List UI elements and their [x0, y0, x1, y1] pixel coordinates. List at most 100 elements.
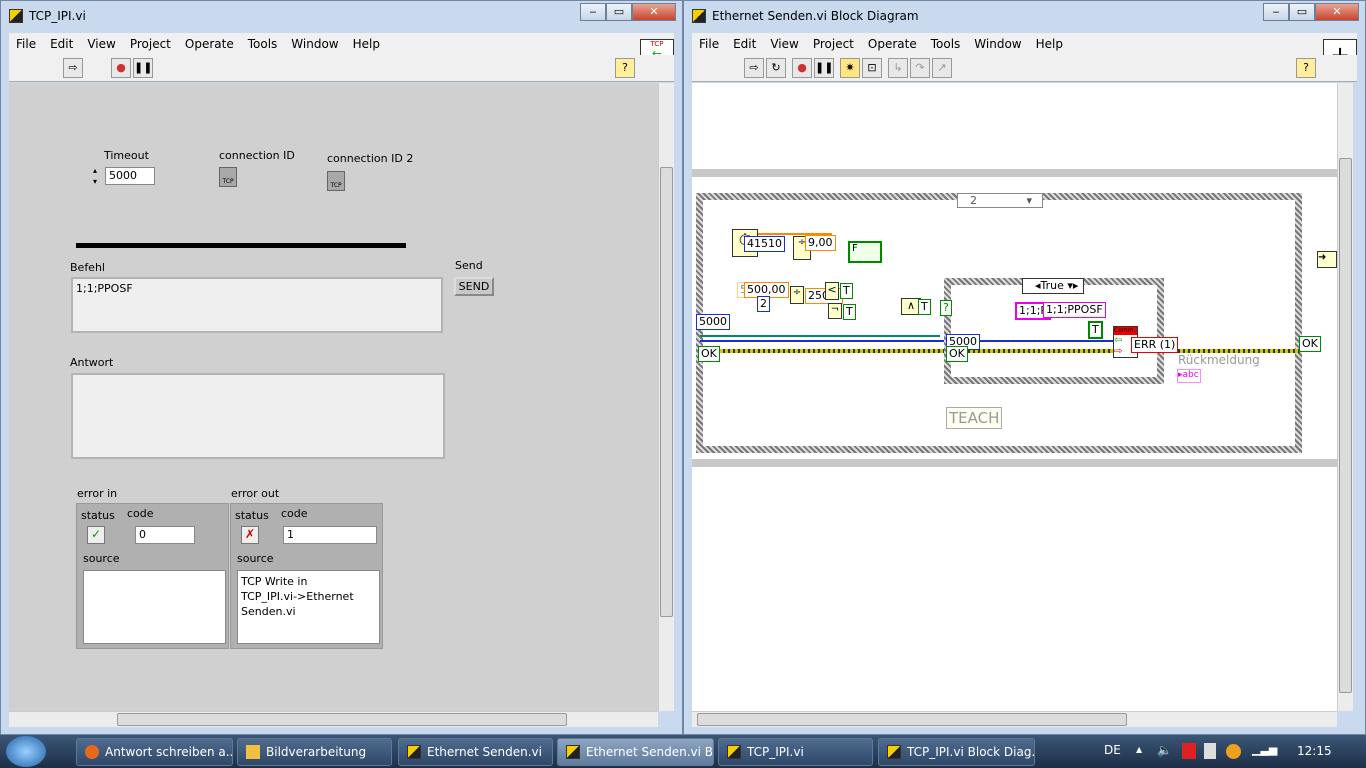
run-continuously-icon[interactable]: ↻	[766, 58, 786, 78]
menu-file[interactable]: File	[16, 37, 36, 51]
taskbar-item-firefox[interactable]: Antwort schreiben a...	[76, 738, 233, 766]
error-indicator[interactable]: ERR (1)	[1131, 337, 1179, 353]
menu-project[interactable]: Project	[813, 37, 854, 51]
const-9[interactable]: 9,00	[805, 235, 836, 251]
menu-operate[interactable]: Operate	[868, 37, 917, 51]
befehl-label: Befehl	[70, 261, 105, 274]
scroll-thumb[interactable]	[1339, 158, 1352, 693]
menu-tools[interactable]: Tools	[248, 37, 278, 51]
case-selector-terminal: ?	[940, 300, 952, 316]
menu-view[interactable]: View	[770, 37, 798, 51]
labview-icon	[566, 745, 580, 759]
befehl-input[interactable]: 1;1;PPOSF	[71, 277, 443, 333]
taskbar-item-ethernet-senden-bd[interactable]: Ethernet Senden.vi Bl...	[557, 738, 714, 766]
error-out-cluster: status code ✗ 1 source TCP Write in TCP_…	[230, 503, 383, 649]
task-label: Ethernet Senden.vi Bl...	[586, 745, 714, 759]
firefox-icon	[85, 745, 99, 759]
const-41510[interactable]: 41510	[744, 236, 785, 252]
antwort-indicator	[71, 373, 445, 459]
bool-F: F	[852, 243, 858, 254]
const-2[interactable]: 2	[757, 296, 770, 312]
scroll-thumb[interactable]	[117, 713, 567, 726]
antivirus-icon[interactable]	[1182, 743, 1196, 759]
help-icon[interactable]: ?	[615, 58, 635, 78]
ok-right[interactable]: OK	[1299, 336, 1321, 352]
string-const-2[interactable]: 1;1;PPOSF	[1043, 302, 1106, 318]
menu-project[interactable]: Project	[130, 37, 171, 51]
bool-T-less[interactable]: T	[840, 283, 853, 299]
highlight-execution-icon[interactable]: ✷	[840, 58, 860, 78]
connection-id-2-refnum[interactable]: TCP	[327, 171, 345, 191]
run-arrow-icon[interactable]: ⇨	[744, 58, 764, 78]
pause-icon[interactable]: ❚❚	[133, 58, 153, 78]
error-in-code-input[interactable]: 0	[135, 526, 195, 544]
menu-edit[interactable]: Edit	[50, 37, 73, 51]
language-indicator[interactable]: DE	[1104, 743, 1121, 757]
run-arrow-icon[interactable]: ⇨	[63, 58, 83, 78]
bool-T-inner[interactable]: T	[1088, 321, 1103, 339]
menu-help[interactable]: Help	[353, 37, 380, 51]
error-out-label: error out	[231, 487, 280, 500]
menu-tools[interactable]: Tools	[931, 37, 961, 51]
send-button[interactable]: SEND	[454, 277, 494, 296]
menu-view[interactable]: View	[87, 37, 115, 51]
abort-icon[interactable]: ●	[111, 58, 131, 78]
pause-icon[interactable]: ❚❚	[814, 58, 834, 78]
timeout-increment-icon[interactable]: ▴ ▾	[93, 165, 103, 189]
block-diagram: 2▾ ⏱ 41510 ÷ 9,00 50 500,00 2 ÷ 250,0 < …	[692, 83, 1337, 711]
taskbar-item-bildverarbeitung[interactable]: Bildverarbeitung	[237, 738, 392, 766]
const-5000[interactable]: 5000	[696, 314, 730, 330]
minimize-button[interactable]: ‒	[1263, 3, 1289, 21]
abort-icon[interactable]: ●	[792, 58, 812, 78]
scroll-thumb[interactable]	[697, 713, 1127, 726]
send-label: Send	[455, 259, 483, 272]
close-button[interactable]: ✕	[632, 3, 676, 21]
block-diagram-window: Ethernet Senden.vi Block Diagram ‒ ▭ ✕ F…	[683, 0, 1366, 735]
tcp-write-header: Comm.	[1114, 327, 1137, 335]
clock[interactable]: 12:15	[1297, 744, 1332, 758]
step-into-icon[interactable]: ↳	[888, 58, 908, 78]
menu-operate[interactable]: Operate	[185, 37, 234, 51]
close-button[interactable]: ✕	[1315, 3, 1359, 21]
rueckmeldung-string-indicator[interactable]: ▸abc	[1177, 369, 1201, 383]
ok-inner[interactable]: OK	[946, 346, 968, 362]
toolbar: ⇨ ↻ ● ❚❚ ✷ ⊡ ↳ ↷ ↗ ?	[692, 55, 1357, 82]
network-signal-icon[interactable]: ▁▃▅	[1252, 743, 1277, 756]
menu-window[interactable]: Window	[291, 37, 338, 51]
connection-id-refnum[interactable]: TCP	[219, 167, 237, 187]
menu-file[interactable]: File	[699, 37, 719, 51]
horizontal-scrollbar[interactable]	[692, 711, 1337, 727]
scroll-thumb[interactable]	[660, 167, 673, 617]
volume-icon[interactable]: 🔈	[1157, 743, 1172, 757]
horizontal-scrollbar[interactable]	[9, 711, 658, 727]
menu-help[interactable]: Help	[1036, 37, 1063, 51]
menu-window[interactable]: Window	[974, 37, 1021, 51]
sequence-frame-top	[692, 169, 1337, 177]
minimize-button[interactable]: ‒	[580, 3, 606, 21]
case-selector[interactable]: 2 ▾	[957, 193, 1043, 208]
maximize-button[interactable]: ▭	[606, 3, 632, 21]
menu-bar: File Edit View Project Operate Tools Win…	[9, 33, 674, 55]
vertical-scrollbar[interactable]	[658, 83, 674, 711]
timeout-input[interactable]: 5000	[105, 167, 155, 185]
menu-edit[interactable]: Edit	[733, 37, 756, 51]
inner-case-selector[interactable]: ◂True ▾▸	[1022, 278, 1084, 294]
toolbar: ⇨ ● ❚❚ ?	[9, 55, 674, 82]
show-hidden-icons[interactable]: ▲	[1136, 745, 1142, 754]
start-button[interactable]	[6, 736, 46, 767]
step-over-icon[interactable]: ↷	[910, 58, 930, 78]
device-icon[interactable]	[1204, 743, 1216, 759]
bool-T-and[interactable]: T	[918, 299, 931, 315]
taskbar-item-ethernet-senden[interactable]: Ethernet Senden.vi	[398, 738, 553, 766]
retain-wire-values-icon[interactable]: ⊡	[862, 58, 882, 78]
maximize-button[interactable]: ▭	[1289, 3, 1315, 21]
error-in-source-input[interactable]	[83, 570, 226, 644]
taskbar-item-tcp-ipi[interactable]: TCP_IPI.vi	[718, 738, 873, 766]
ok-left[interactable]: OK	[698, 346, 720, 362]
update-icon[interactable]	[1226, 744, 1241, 759]
taskbar-item-tcp-ipi-bd[interactable]: TCP_IPI.vi Block Diag...	[878, 738, 1035, 766]
bool-T-not[interactable]: T	[843, 304, 856, 320]
help-icon[interactable]: ?	[1296, 58, 1316, 78]
step-out-icon[interactable]: ↗	[932, 58, 952, 78]
vertical-scrollbar[interactable]	[1337, 83, 1353, 711]
